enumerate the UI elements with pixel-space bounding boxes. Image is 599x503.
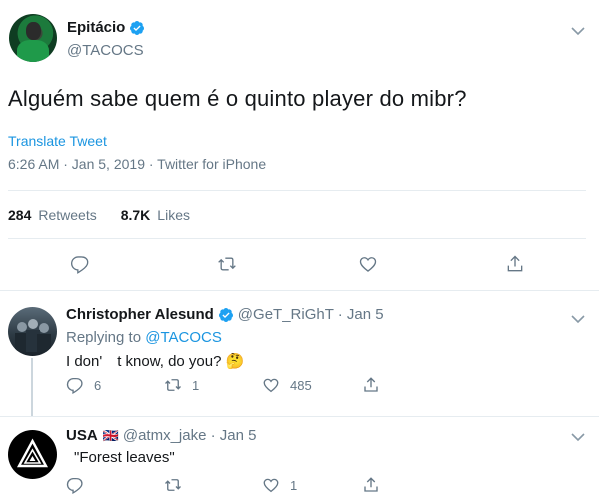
share-button[interactable] (362, 376, 380, 394)
reply-header: USA 🇬🇧 @atmx_jake · Jan 5 (66, 427, 256, 444)
replying-to-link[interactable]: @TACOCS (145, 329, 222, 346)
reply-author-name[interactable]: Christopher Alesund (66, 306, 214, 323)
tweet-text: Alguém sabe quem é o quinto player do mi… (8, 86, 467, 111)
tweet-meta[interactable]: 6:26 AM · Jan 5, 2019 · Twitter for iPho… (8, 156, 266, 172)
reply-button[interactable]: 6 (66, 376, 101, 394)
reply-avatar[interactable] (8, 307, 57, 356)
retweets-label: Retweets (38, 207, 97, 223)
avatar[interactable] (9, 14, 57, 62)
likes-label: Likes (157, 207, 190, 223)
main-tweet: Epitácio @TACOCS Alguém sabe quem é o qu… (0, 0, 599, 290)
divider (8, 190, 586, 191)
reply-handle-date[interactable]: @GeT_RiGhT · Jan 5 (238, 306, 384, 323)
author-name-row[interactable]: Epitácio (67, 19, 145, 36)
reply-count: 6 (94, 377, 102, 393)
reply-text: I don' t know, do you? 🤔 (66, 353, 245, 370)
divider (0, 290, 599, 291)
likes-stat[interactable]: 8.7K Likes (121, 207, 190, 223)
share-icon (364, 377, 378, 392)
replying-to-label: Replying to (66, 329, 146, 346)
like-count: 485 (290, 377, 312, 393)
author-name[interactable]: Epitácio (67, 19, 125, 36)
like-icon[interactable] (358, 254, 378, 274)
like-button[interactable]: 1 (262, 476, 297, 494)
retweet-icon (165, 479, 181, 491)
retweet-icon[interactable] (217, 254, 237, 274)
tweet-actions (0, 254, 599, 278)
reply-icon[interactable] (70, 254, 90, 274)
reply-text: "Forest leaves" (74, 449, 175, 466)
share-button[interactable] (362, 476, 380, 494)
like-icon (263, 478, 279, 493)
reply-icon (66, 477, 83, 494)
retweet-icon (165, 379, 181, 391)
like-button[interactable]: 485 (262, 376, 312, 394)
retweet-button[interactable]: 1 (164, 376, 199, 394)
retweet-count: 1 (192, 377, 200, 393)
author-handle[interactable]: @TACOCS (67, 42, 144, 59)
share-icon[interactable] (505, 254, 525, 274)
tweet-stats: 284 Retweets 8.7K Likes (8, 207, 214, 223)
reply-icon (66, 377, 83, 394)
retweets-count: 284 (8, 207, 32, 223)
verified-icon (218, 307, 233, 322)
reply-button[interactable] (66, 476, 94, 494)
reply-header: Christopher Alesund @GeT_RiGhT · Jan 5 (66, 306, 384, 323)
chevron-down-icon[interactable] (571, 314, 585, 324)
divider (8, 238, 586, 239)
reply-actions: 1 (66, 476, 406, 496)
reply-handle-date[interactable]: @atmx_jake · Jan 5 (123, 427, 257, 444)
like-count: 1 (290, 477, 298, 493)
flag-icon: 🇬🇧 (102, 427, 119, 443)
like-icon (263, 378, 279, 393)
reply-actions: 6 1 485 (66, 376, 406, 396)
reply-avatar[interactable] (8, 430, 57, 479)
reply-author-name[interactable]: USA (66, 427, 98, 444)
likes-count: 8.7K (120, 207, 151, 223)
retweet-button[interactable] (164, 476, 192, 494)
verified-icon (130, 20, 145, 35)
retweets-stat[interactable]: 284 Retweets (8, 207, 97, 223)
chevron-down-icon[interactable] (571, 26, 585, 36)
translate-tweet-link[interactable]: Translate Tweet (8, 133, 107, 149)
chevron-down-icon[interactable] (571, 432, 585, 442)
divider (0, 416, 599, 417)
replying-to: Replying to @TACOCS (66, 329, 222, 346)
share-icon (364, 477, 378, 492)
thread-line (31, 358, 33, 416)
